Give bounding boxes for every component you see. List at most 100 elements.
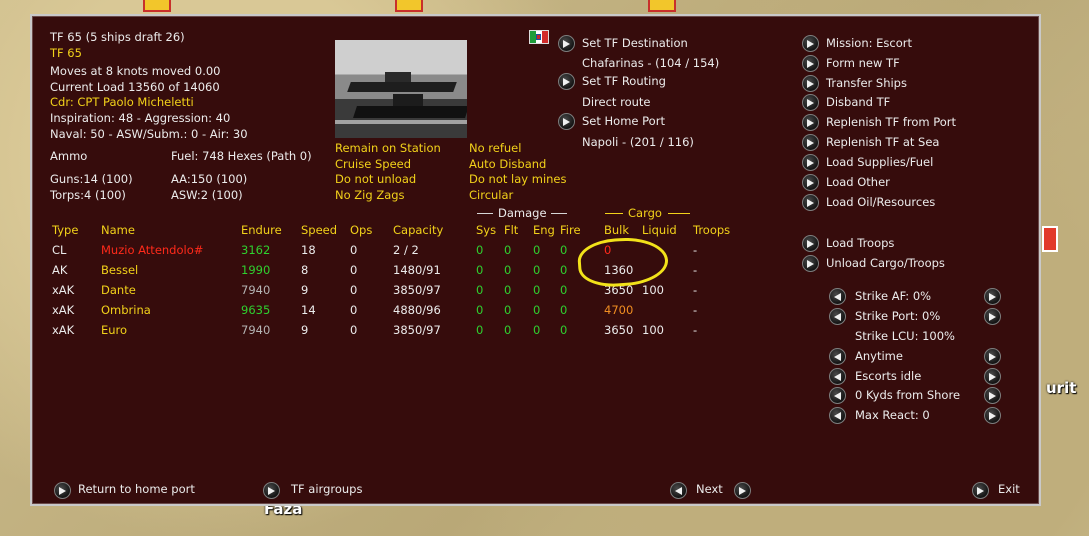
cell-troops: - <box>693 303 698 317</box>
disband-arrow-icon[interactable] <box>802 94 819 111</box>
option-do-not-unload[interactable]: Do not unload <box>335 172 416 186</box>
strike-port-next-icon[interactable] <box>984 308 1001 325</box>
replenish-port-arrow-icon[interactable] <box>802 114 819 131</box>
load-other-arrow-icon[interactable] <box>802 174 819 191</box>
set-routing-arrow-icon[interactable] <box>558 73 575 90</box>
replenish-sea-arrow-icon[interactable] <box>802 134 819 151</box>
mission-arrow-icon[interactable] <box>802 35 819 52</box>
cell-endure: 1990 <box>241 263 271 277</box>
damage-group-header: Damage <box>498 206 547 220</box>
map-unit-marker[interactable] <box>648 0 676 12</box>
action-unload-cargo[interactable]: Unload Cargo/Troops <box>826 256 945 270</box>
form-tf-arrow-icon[interactable] <box>802 55 819 72</box>
transfer-arrow-icon[interactable] <box>802 75 819 92</box>
set-destination-arrow-icon[interactable] <box>558 35 575 52</box>
col-endure[interactable]: Endure <box>241 223 282 237</box>
col-troops[interactable]: Troops <box>693 223 730 237</box>
option-no-zig-zags[interactable]: No Zig Zags <box>335 188 405 202</box>
col-eng[interactable]: Eng <box>533 223 555 237</box>
strike-af-prev-icon[interactable] <box>829 288 846 305</box>
col-liquid[interactable]: Liquid <box>642 223 677 237</box>
next-prev-arrow-icon[interactable] <box>670 482 687 499</box>
cell-troops: - <box>693 243 698 257</box>
set-destination-button[interactable]: Set TF Destination <box>582 36 688 50</box>
action-load-troops[interactable]: Load Troops <box>826 236 894 250</box>
action-load-oil[interactable]: Load Oil/Resources <box>826 195 935 209</box>
cell-fire: 0 <box>560 323 568 337</box>
cell-liquid: 100 <box>642 323 664 337</box>
cell-ship-name[interactable]: Bessel <box>101 263 138 277</box>
col-flt[interactable]: Flt <box>504 223 518 237</box>
tf-name[interactable]: TF 65 <box>50 46 82 60</box>
action-transfer-ships[interactable]: Transfer Ships <box>826 76 907 90</box>
strike-af-next-icon[interactable] <box>984 288 1001 305</box>
col-speed[interactable]: Speed <box>301 223 337 237</box>
option-auto-disband[interactable]: Auto Disband <box>469 157 546 171</box>
option-remain-on-station[interactable]: Remain on Station <box>335 141 441 155</box>
load-supplies-arrow-icon[interactable] <box>802 154 819 171</box>
action-replenish-sea[interactable]: Replenish TF at Sea <box>826 135 939 149</box>
shore-next-icon[interactable] <box>984 387 1001 404</box>
tf-airgroups-button[interactable]: TF airgroups <box>291 482 362 496</box>
react-next-icon[interactable] <box>984 407 1001 424</box>
task-force-panel: TF 65 (5 ships draft 26) TF 65 Moves at … <box>30 14 1041 506</box>
col-fire[interactable]: Fire <box>560 223 581 237</box>
map-unit-marker[interactable] <box>1042 226 1058 252</box>
load-troops-arrow-icon[interactable] <box>802 235 819 252</box>
cell-ship-name[interactable]: Ombrina <box>101 303 151 317</box>
cell-ship-name[interactable]: Euro <box>101 323 127 337</box>
cell-ship-name[interactable]: Muzio Attendolo# <box>101 243 203 257</box>
tf-naval-skill: Naval: 50 - ASW/Subm.: 0 - Air: 30 <box>50 127 248 141</box>
cell-capacity: 1480/91 <box>393 263 441 277</box>
next-button[interactable]: Next <box>696 482 723 496</box>
react-prev-icon[interactable] <box>829 407 846 424</box>
cell-capacity: 4880/96 <box>393 303 441 317</box>
escorts-next-icon[interactable] <box>984 368 1001 385</box>
tf-torps: Torps:4 (100) <box>50 188 126 202</box>
time-next-icon[interactable] <box>984 348 1001 365</box>
time-prev-icon[interactable] <box>829 348 846 365</box>
load-oil-arrow-icon[interactable] <box>802 194 819 211</box>
ship-photo <box>335 40 467 138</box>
action-load-other[interactable]: Load Other <box>826 175 890 189</box>
col-ops[interactable]: Ops <box>350 223 372 237</box>
return-home-arrow-icon[interactable] <box>54 482 71 499</box>
set-routing-button[interactable]: Set TF Routing <box>582 74 666 88</box>
map-unit-marker[interactable] <box>395 0 423 12</box>
cargo-group-header: Cargo <box>628 206 662 220</box>
cell-troops: - <box>693 323 698 337</box>
strike-port-prev-icon[interactable] <box>829 308 846 325</box>
cell-ship-name[interactable]: Dante <box>101 283 136 297</box>
return-home-button[interactable]: Return to home port <box>78 482 195 496</box>
option-circular[interactable]: Circular <box>469 188 513 202</box>
cell-ops: 0 <box>350 303 358 317</box>
action-form-new-tf[interactable]: Form new TF <box>826 56 900 70</box>
option-no-refuel[interactable]: No refuel <box>469 141 521 155</box>
col-sys[interactable]: Sys <box>476 223 496 237</box>
col-bulk[interactable]: Bulk <box>604 223 629 237</box>
exit-button[interactable]: Exit <box>998 482 1020 496</box>
map-unit-marker[interactable] <box>143 0 171 12</box>
option-do-not-lay-mines[interactable]: Do not lay mines <box>469 172 567 186</box>
set-home-port-arrow-icon[interactable] <box>558 113 575 130</box>
col-capacity[interactable]: Capacity <box>393 223 443 237</box>
action-mission[interactable]: Mission: Escort <box>826 36 912 50</box>
airgroups-arrow-icon[interactable] <box>263 482 280 499</box>
tf-commander[interactable]: Cdr: CPT Paolo Micheletti <box>50 95 194 109</box>
shore-prev-icon[interactable] <box>829 387 846 404</box>
action-disband-tf[interactable]: Disband TF <box>826 95 890 109</box>
action-replenish-port[interactable]: Replenish TF from Port <box>826 115 956 129</box>
col-name[interactable]: Name <box>101 223 135 237</box>
next-arrow-icon[interactable] <box>734 482 751 499</box>
set-home-port-button[interactable]: Set Home Port <box>582 114 665 128</box>
action-load-supplies[interactable]: Load Supplies/Fuel <box>826 155 933 169</box>
col-type[interactable]: Type <box>52 223 78 237</box>
cell-endure: 3162 <box>241 243 271 257</box>
destination-value: Chafarinas - (104 / 154) <box>582 56 720 70</box>
tf-inspiration: Inspiration: 48 - Aggression: 40 <box>50 111 231 125</box>
exit-arrow-icon[interactable] <box>972 482 989 499</box>
escorts-prev-icon[interactable] <box>829 368 846 385</box>
option-cruise-speed[interactable]: Cruise Speed <box>335 157 411 171</box>
cell-fire: 0 <box>560 303 568 317</box>
unload-arrow-icon[interactable] <box>802 255 819 272</box>
